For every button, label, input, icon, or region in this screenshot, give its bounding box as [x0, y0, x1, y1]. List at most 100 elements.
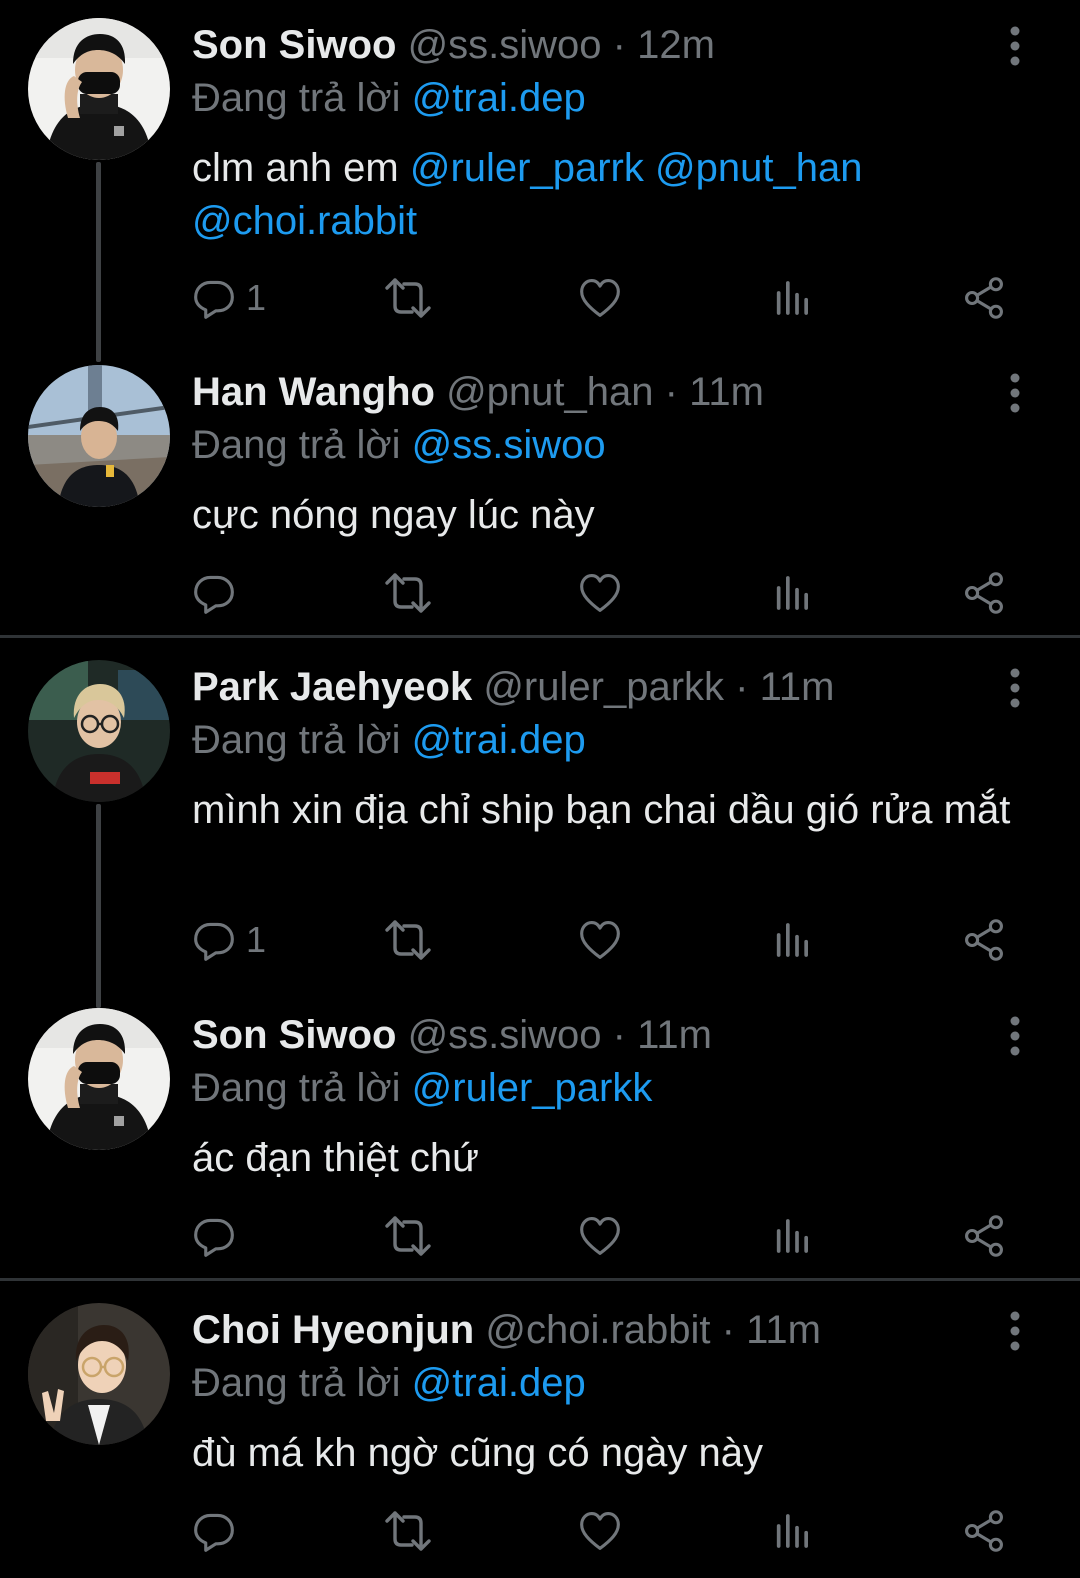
reply-button[interactable] [192, 1507, 246, 1555]
share-button[interactable] [962, 1212, 1006, 1260]
tweet-card[interactable]: Han Wangho @pnut_han · 11m Đang trả lời … [0, 347, 1080, 637]
reply-button[interactable] [192, 569, 246, 617]
separator-dot: · [735, 665, 749, 709]
avatar[interactable] [28, 365, 170, 507]
more-vertical-icon[interactable] [1000, 26, 1030, 66]
like-button[interactable] [578, 1212, 622, 1260]
analytics-button[interactable] [772, 274, 812, 322]
retweet-icon [384, 916, 432, 964]
replying-to-label: Đang trả lời [192, 1066, 401, 1110]
separator-dot: · [612, 1013, 626, 1057]
avatar[interactable] [28, 1303, 170, 1445]
more-vertical-icon[interactable] [1000, 668, 1030, 708]
retweet-button[interactable] [384, 569, 432, 617]
share-icon [962, 276, 1006, 320]
action-bar [192, 569, 1022, 617]
like-button[interactable] [578, 916, 622, 964]
avatar[interactable] [28, 660, 170, 802]
more-vertical-icon[interactable] [1000, 1016, 1030, 1056]
mention-link[interactable]: @ruler_parrk [410, 146, 644, 190]
avatar-masked-person [28, 18, 170, 160]
retweet-button[interactable] [384, 1212, 432, 1260]
timestamp[interactable]: 12m [637, 23, 715, 67]
reply-button[interactable] [192, 1212, 246, 1260]
share-button[interactable] [962, 274, 1006, 322]
display-name[interactable]: Park Jaehyeok [192, 665, 472, 709]
like-button[interactable] [578, 274, 622, 322]
display-name[interactable]: Son Siwoo [192, 23, 396, 67]
timestamp[interactable]: 11m [689, 370, 764, 414]
reply-count: 1 [246, 919, 267, 960]
replying-to-label: Đang trả lời [192, 76, 401, 120]
user-handle[interactable]: @choi.rabbit [485, 1308, 710, 1352]
like-button[interactable] [578, 1507, 622, 1555]
reply-to-mention[interactable]: @trai.dep [412, 718, 586, 762]
more-vertical-icon[interactable] [1000, 373, 1030, 413]
tweet-text: clm anh em @ruler_parrk @pnut_han @choi.r… [192, 142, 1042, 248]
user-handle[interactable]: @pnut_han [446, 370, 653, 414]
analytics-icon [772, 571, 812, 615]
thread-divider [0, 1278, 1080, 1281]
timestamp[interactable]: 11m [746, 1308, 821, 1352]
user-handle[interactable]: @ruler_parkk [483, 665, 724, 709]
reply-icon [192, 276, 236, 320]
avatar[interactable] [28, 1008, 170, 1150]
like-icon [578, 1214, 622, 1258]
tweet-card[interactable]: Son Siwoo @ss.siwoo · 12m Đang trả lời @… [0, 0, 1080, 362]
retweet-button[interactable] [384, 916, 432, 964]
avatar-masked-person [28, 1008, 170, 1150]
user-handle[interactable]: @ss.siwoo [408, 23, 602, 67]
thread-connector [96, 804, 101, 1008]
reply-icon [192, 1509, 236, 1553]
retweet-button[interactable] [384, 1507, 432, 1555]
like-button[interactable] [578, 569, 622, 617]
reply-to-mention[interactable]: @trai.dep [412, 76, 586, 120]
share-button[interactable] [962, 916, 1006, 964]
timestamp[interactable]: 11m [760, 665, 835, 709]
analytics-icon [772, 1214, 812, 1258]
display-name[interactable]: Choi Hyeonjun [192, 1308, 474, 1352]
analytics-icon [772, 276, 812, 320]
retweet-button[interactable] [384, 274, 432, 322]
like-icon [578, 276, 622, 320]
analytics-icon [772, 1509, 812, 1553]
mention-link[interactable]: @pnut_han [655, 146, 862, 190]
share-icon [962, 1214, 1006, 1258]
display-name[interactable]: Son Siwoo [192, 1013, 396, 1057]
share-button[interactable] [962, 569, 1006, 617]
like-icon [578, 571, 622, 615]
retweet-icon [384, 569, 432, 617]
analytics-button[interactable] [772, 569, 812, 617]
tweet-card[interactable]: Park Jaehyeok @ruler_parkk · 11m Đang tr… [0, 642, 1080, 1008]
avatar-person-bridge [28, 365, 170, 507]
share-icon [962, 1509, 1006, 1553]
reply-to-mention[interactable]: @trai.dep [412, 1361, 586, 1405]
replying-to-label: Đang trả lời [192, 1361, 401, 1405]
reply-button[interactable]: 1 [192, 274, 266, 322]
more-vertical-icon[interactable] [1000, 1311, 1030, 1351]
thread-connector [96, 162, 101, 362]
avatar[interactable] [28, 18, 170, 160]
action-bar: 1 [192, 274, 1022, 322]
reply-button[interactable]: 1 [192, 916, 266, 964]
tweet-card[interactable]: Son Siwoo @ss.siwoo · 11m Đang trả lời @… [0, 990, 1080, 1280]
share-icon [962, 571, 1006, 615]
replying-to-label: Đang trả lời [192, 718, 401, 762]
share-icon [962, 918, 1006, 962]
tweet-text: mình xin địa chỉ ship bạn chai dầu gió r… [192, 788, 1011, 832]
display-name[interactable]: Han Wangho [192, 370, 435, 414]
reply-icon [192, 571, 236, 615]
analytics-button[interactable] [772, 1507, 812, 1555]
tweet-card[interactable]: Choi Hyeonjun @choi.rabbit · 11m Đang tr… [0, 1285, 1080, 1578]
analytics-button[interactable] [772, 916, 812, 964]
retweet-icon [384, 1212, 432, 1260]
action-bar [192, 1212, 1022, 1260]
timestamp[interactable]: 11m [637, 1013, 712, 1057]
reply-to-mention[interactable]: @ruler_parkk [412, 1066, 653, 1110]
user-handle[interactable]: @ss.siwoo [408, 1013, 602, 1057]
reply-to-mention[interactable]: @ss.siwoo [412, 423, 606, 467]
separator-dot: · [664, 370, 678, 414]
share-button[interactable] [962, 1507, 1006, 1555]
analytics-button[interactable] [772, 1212, 812, 1260]
mention-link[interactable]: @choi.rabbit [192, 199, 417, 243]
